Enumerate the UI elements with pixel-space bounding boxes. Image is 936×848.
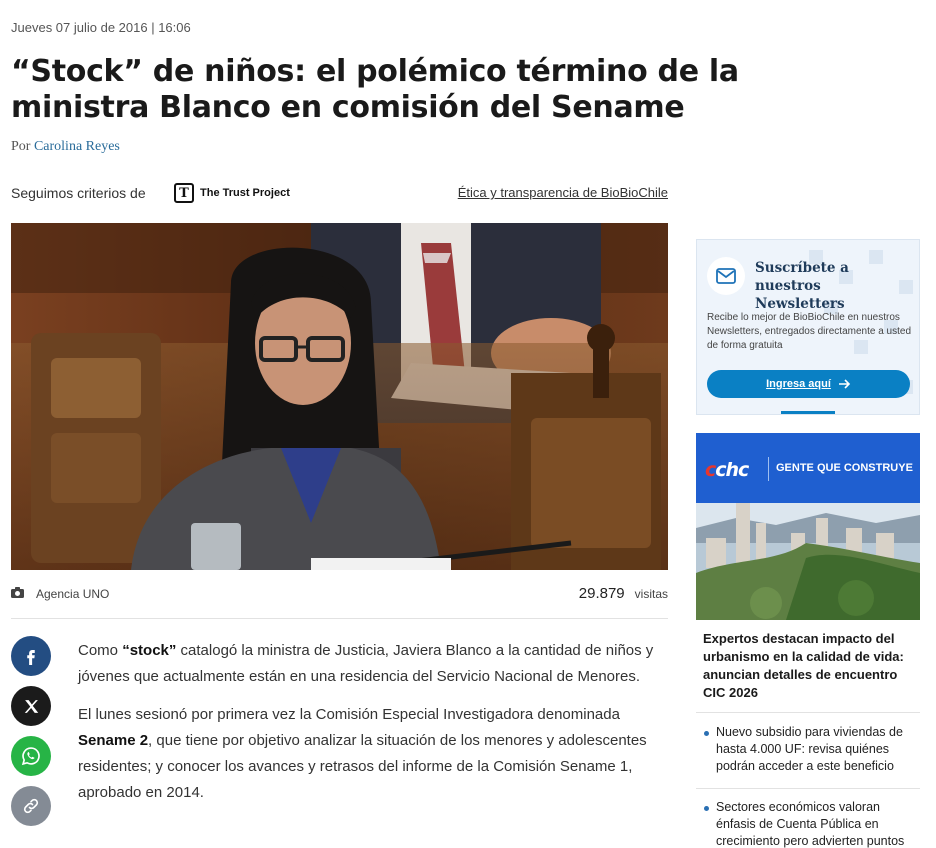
x-icon (24, 699, 38, 713)
photo-credit: Agencia UNO (36, 587, 110, 601)
trust-project-name: The Trust Project (200, 187, 290, 199)
trust-bar: Seguimos criterios de T The Trust Projec… (11, 183, 668, 205)
trust-project-badge[interactable]: T The Trust Project (174, 183, 290, 203)
ad-headline-link[interactable]: Expertos destacan impacto del urbanismo … (703, 630, 917, 702)
ad-city-image[interactable] (696, 503, 920, 620)
link-icon (23, 798, 39, 814)
sidebar-news-item[interactable]: Nuevo subsidio para viviendas de hasta 4… (704, 724, 918, 775)
arrow-right-icon (838, 379, 851, 389)
article-headline: “Stock” de niños: el polémico término de… (11, 54, 739, 125)
byline: Por Carolina Reyes (11, 139, 120, 155)
article-date: Jueves 07 julio de 2016 | 16:06 (11, 20, 191, 35)
newsletter-box: Suscríbete a nuestros Newsletters Recibe… (696, 239, 920, 415)
sidebar-divider (696, 788, 920, 789)
bullet-icon (704, 806, 709, 811)
whatsapp-icon (21, 747, 40, 766)
envelope-icon (707, 257, 745, 295)
sidebar-divider (696, 712, 920, 713)
article-body: Como “stock” catalogó la ministra de Jus… (78, 638, 673, 818)
author-link[interactable]: Carolina Reyes (34, 139, 120, 154)
ethics-link[interactable]: Ética y transparencia de BioBioChile (458, 185, 668, 200)
share-x-button[interactable] (11, 686, 51, 726)
byline-prefix: Por (11, 139, 31, 154)
trust-project-logo-icon: T (174, 183, 194, 203)
photo-caption: Agencia UNO 29.879 visitas (11, 585, 668, 603)
ad-banner-header[interactable]: cchc GENTE QUE CONSTRUYE (696, 433, 920, 503)
article-photo (11, 223, 668, 570)
cchc-logo: cchc (705, 459, 749, 481)
newsletter-description: Recibe lo mejor de BioBioChile en nuestr… (707, 312, 911, 351)
ad-separator (768, 457, 769, 481)
newsletter-signup-button[interactable]: Ingresa aquí (707, 370, 910, 398)
bullet-icon (704, 731, 709, 736)
facebook-icon (27, 650, 35, 665)
newsletter-title: Suscríbete a nuestros Newsletters (755, 260, 849, 312)
body-paragraph: El lunes sesionó por primera vez la Comi… (78, 706, 647, 801)
article-photo-image (11, 223, 668, 570)
share-whatsapp-button[interactable] (11, 736, 51, 776)
copy-link-button[interactable] (11, 786, 51, 826)
visits-counter: 29.879 visitas (579, 585, 668, 602)
body-paragraph: Como “stock” catalogó la ministra de Jus… (78, 642, 654, 685)
sidebar-news-item[interactable]: Sectores económicos valoran énfasis de C… (704, 799, 918, 848)
newsletter-progress-bar (781, 411, 835, 414)
visits-count: 29.879 (578, 585, 625, 602)
ad-slogan: GENTE QUE CONSTRUYE (776, 462, 913, 474)
trust-label: Seguimos criterios de (11, 185, 146, 201)
caption-divider (11, 618, 668, 619)
newsletter-cta-label: Ingresa aquí (766, 378, 831, 390)
share-facebook-button[interactable] (11, 636, 51, 676)
camera-icon (11, 587, 24, 598)
visits-label: visitas (634, 587, 668, 601)
